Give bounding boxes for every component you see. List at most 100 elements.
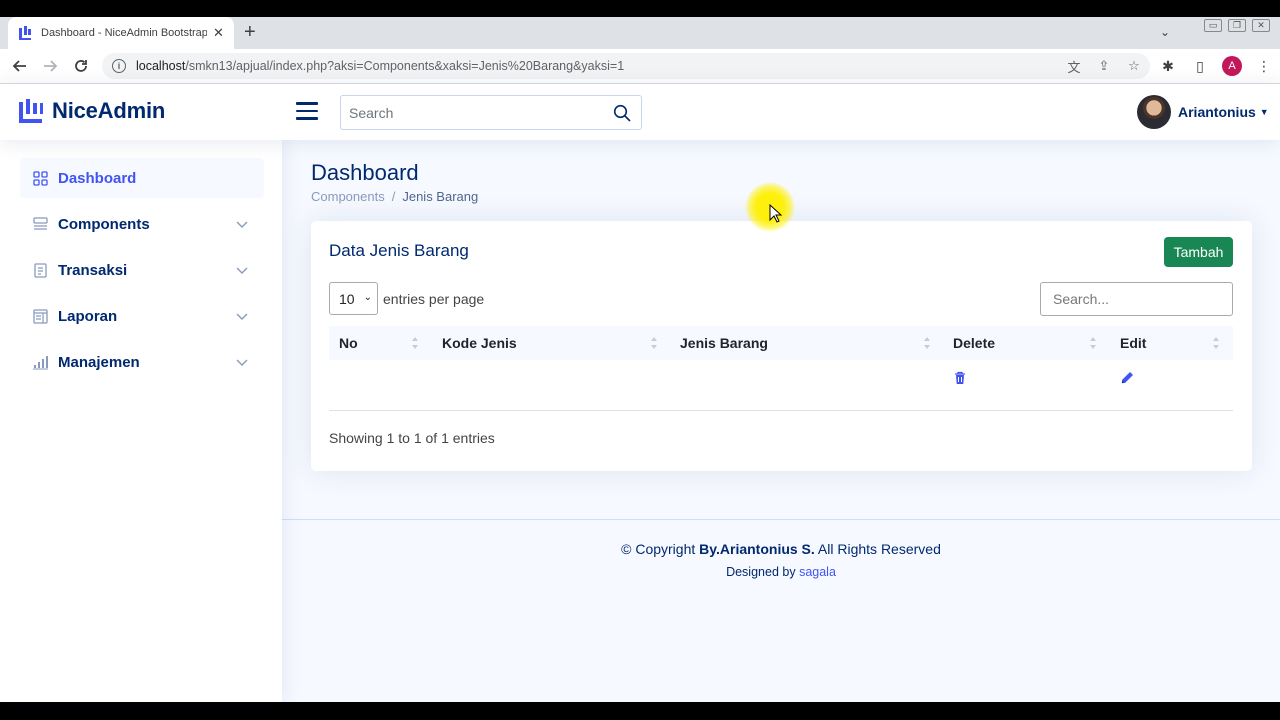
- sort-icon: [1213, 337, 1219, 349]
- per-page-select[interactable]: 10 ⌄: [329, 282, 378, 315]
- share-icon[interactable]: ⇪: [1096, 58, 1112, 74]
- trash-icon[interactable]: [953, 371, 967, 385]
- mouse-cursor-icon: [769, 204, 783, 223]
- copyright-prefix: © Copyright: [621, 541, 696, 557]
- copyright: © Copyright By.Ariantonius S. All Rights…: [282, 541, 1280, 557]
- copyright-suffix: All Rights Reserved: [817, 541, 941, 557]
- breadcrumb-separator: /: [391, 189, 396, 204]
- breadcrumb-components[interactable]: Components: [311, 189, 385, 204]
- sort-icon: [1090, 337, 1096, 349]
- table-search-input[interactable]: [1040, 282, 1233, 316]
- designer-link[interactable]: sagala: [799, 565, 836, 579]
- sidebar-item-label: Manajemen: [58, 353, 140, 371]
- reload-icon[interactable]: [71, 56, 91, 76]
- per-page-value: 10: [339, 290, 355, 307]
- sidebar-item-components[interactable]: Components: [20, 204, 264, 244]
- niceadmin-favicon-icon: [19, 26, 31, 40]
- data-card: Data Jenis Barang Tambah 10 ⌄ entries pe…: [311, 221, 1252, 471]
- sort-icon: [924, 337, 930, 349]
- logo-text: NiceAdmin: [52, 98, 166, 123]
- sidebar-item-laporan[interactable]: Laporan: [20, 296, 264, 336]
- browser-toolbar: i localhost/smkn13/apjual/index.php?aksi…: [0, 49, 1280, 84]
- window-controls: ▭ ❐ ✕: [1204, 19, 1270, 32]
- column-header-jenis-barang[interactable]: Jenis Barang: [680, 326, 768, 360]
- sort-icon: [412, 337, 418, 349]
- column-header-kode-jenis[interactable]: Kode Jenis: [442, 326, 517, 360]
- column-header-no[interactable]: No: [339, 326, 358, 360]
- app-header: NiceAdmin Ariantonius ▼: [0, 84, 1280, 140]
- browser-tabstrip: Dashboard - NiceAdmin Bootstrap Template…: [0, 17, 1280, 49]
- designed-by-label: Designed by: [726, 565, 796, 579]
- url-path: /smkn13/apjual/index.php?aksi=Components…: [185, 59, 625, 73]
- minimize-icon[interactable]: ▭: [1204, 19, 1222, 32]
- chevron-down-icon: [236, 221, 248, 228]
- toggle-sidebar-icon[interactable]: [296, 102, 318, 120]
- side-panel-icon[interactable]: ▯: [1190, 56, 1210, 76]
- card-title: Data Jenis Barang: [329, 241, 469, 260]
- profile-dropdown[interactable]: Ariantonius ▼: [1137, 95, 1269, 129]
- extensions-icon[interactable]: ✱: [1158, 56, 1178, 76]
- column-label: Edit: [1120, 335, 1147, 351]
- per-page-label: entries per page: [383, 290, 485, 307]
- niceadmin-logo-icon: [19, 99, 43, 123]
- url-host: localhost: [136, 59, 186, 73]
- logo[interactable]: NiceAdmin: [18, 98, 165, 124]
- column-header-edit[interactable]: Edit: [1120, 326, 1146, 360]
- pencil-icon[interactable]: [1120, 371, 1134, 385]
- header-search-input[interactable]: [341, 104, 601, 121]
- web-page: NiceAdmin Ariantonius ▼ Dashboard Compon…: [0, 84, 1280, 702]
- new-tab-button[interactable]: +: [244, 22, 256, 42]
- entries-per-page: 10 ⌄ entries per page: [329, 282, 484, 315]
- url-text: localhost/smkn13/apjual/index.php?aksi=C…: [136, 59, 624, 73]
- close-window-icon[interactable]: ✕: [1252, 19, 1270, 32]
- table-info: Showing 1 to 1 of 1 entries: [329, 430, 495, 446]
- bookmark-star-icon[interactable]: ☆: [1126, 58, 1142, 74]
- sort-icon: [651, 337, 657, 349]
- sidebar-item-transaksi[interactable]: Transaksi: [20, 250, 264, 290]
- chevron-down-icon: [236, 359, 248, 366]
- translate-icon[interactable]: 文: [1066, 58, 1082, 75]
- tab-search-chevron-icon[interactable]: ⌄: [1160, 25, 1170, 39]
- site-info-icon[interactable]: i: [112, 59, 126, 73]
- browser-profile-avatar[interactable]: A: [1222, 56, 1242, 76]
- forward-icon[interactable]: [40, 56, 60, 76]
- sidebar-item-label: Laporan: [58, 307, 118, 325]
- menu-button-icon: [33, 216, 48, 230]
- omnibox-actions: 文 ⇪ ☆: [1066, 58, 1142, 75]
- address-bar[interactable]: i localhost/smkn13/apjual/index.php?aksi…: [102, 53, 1150, 79]
- header-search-form: [340, 95, 642, 130]
- copyright-owner: By.Ariantonius S.: [699, 541, 815, 557]
- column-header-delete[interactable]: Delete: [953, 326, 995, 360]
- grid-icon: [33, 170, 48, 186]
- toolbar-right: ✱ ▯ A ⋮: [1158, 56, 1274, 76]
- sidebar-item-label: Transaksi: [58, 261, 128, 279]
- column-label: No: [339, 335, 358, 351]
- browser-menu-icon[interactable]: ⋮: [1254, 56, 1274, 76]
- search-icon[interactable]: [613, 104, 631, 122]
- table-header: No Kode Jenis Jenis Barang Delete Edit: [329, 326, 1233, 360]
- sidebar-item-manajemen[interactable]: Manajemen: [20, 342, 264, 382]
- column-label: Jenis Barang: [680, 335, 768, 351]
- select-chevron-icon: ⌄: [363, 292, 372, 303]
- tab-close-icon[interactable]: ✕: [213, 25, 224, 41]
- sidebar: Dashboard Components Transaksi Laporan M…: [0, 140, 282, 702]
- column-label: Kode Jenis: [442, 335, 517, 351]
- table-row: [329, 361, 1233, 411]
- back-icon[interactable]: [10, 56, 30, 76]
- browser-tab[interactable]: Dashboard - NiceAdmin Bootstrap Template…: [8, 17, 234, 49]
- restore-icon[interactable]: ❐: [1228, 19, 1246, 32]
- add-button[interactable]: Tambah: [1164, 237, 1233, 267]
- avatar: [1137, 95, 1171, 129]
- chevron-down-icon: [236, 267, 248, 274]
- footer: © Copyright By.Ariantonius S. All Rights…: [282, 519, 1280, 702]
- breadcrumb: Components / Jenis Barang: [311, 189, 478, 204]
- profile-name: Ariantonius: [1178, 104, 1256, 120]
- chevron-down-icon: [236, 313, 248, 320]
- column-label: Delete: [953, 335, 996, 351]
- tab-title: Dashboard - NiceAdmin Bootstrap Template: [41, 27, 207, 39]
- sidebar-item-dashboard[interactable]: Dashboard: [20, 158, 264, 198]
- sidebar-item-label: Dashboard: [58, 169, 137, 187]
- credits: Designed by sagala: [282, 565, 1280, 579]
- breadcrumb-current: Jenis Barang: [402, 189, 479, 204]
- sidebar-item-label: Components: [58, 215, 150, 233]
